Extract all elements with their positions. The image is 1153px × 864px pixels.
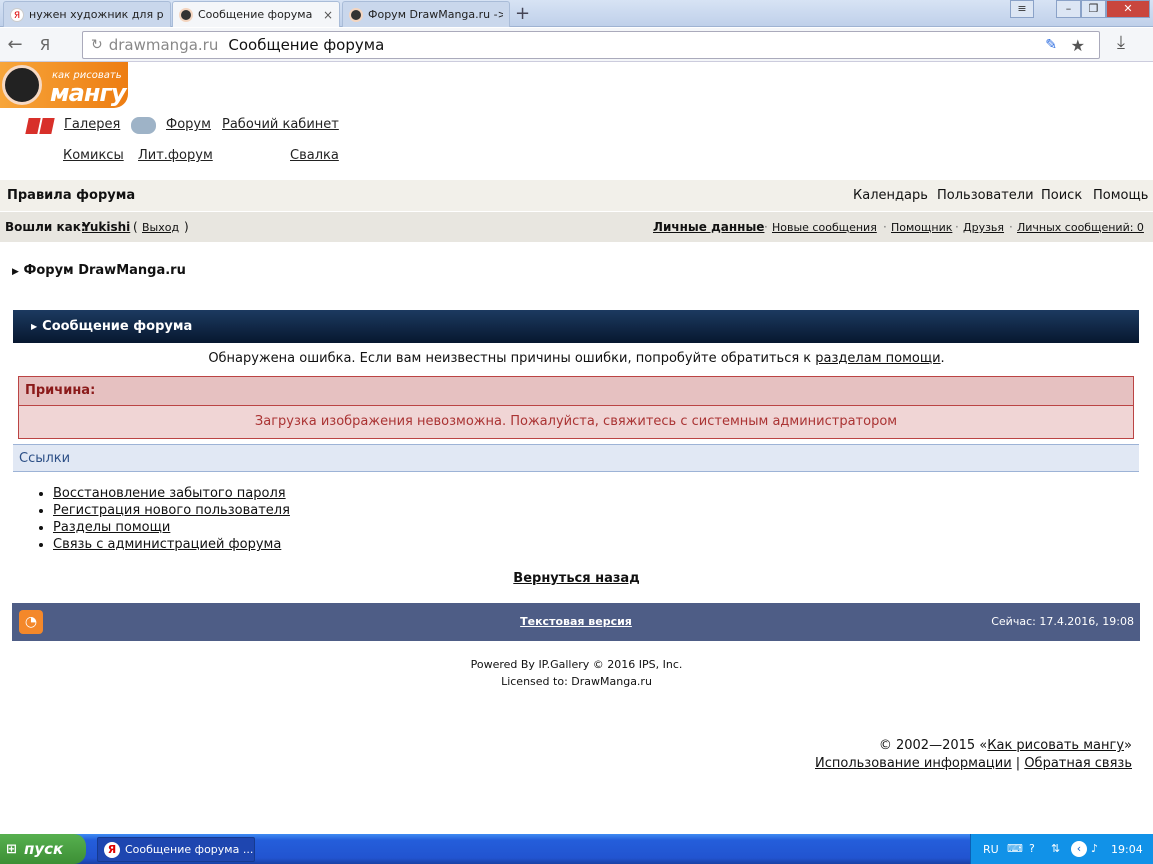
tab-forum[interactable]: Форум DrawManga.ru -> bbox=[342, 1, 510, 27]
back-arrow-icon[interactable]: ← bbox=[0, 34, 30, 55]
list-item: Восстановление забытого пароля bbox=[53, 486, 290, 503]
nav-dump[interactable]: Свалка bbox=[290, 148, 339, 163]
forum-rules-link[interactable]: Правила форума bbox=[7, 188, 135, 203]
list-item: Разделы помощи bbox=[53, 520, 290, 537]
page-title: ▶ Сообщение форума bbox=[13, 310, 1139, 343]
links-list: Восстановление забытого пароля Регистрац… bbox=[35, 486, 290, 554]
nav-forum[interactable]: Форум bbox=[166, 117, 211, 132]
friends-link[interactable]: Друзья bbox=[963, 221, 1004, 234]
feedback-link[interactable]: Обратная связь bbox=[1024, 756, 1132, 771]
register-link[interactable]: Регистрация нового пользователя bbox=[53, 503, 290, 518]
logged-in-label: Вошли как: bbox=[5, 220, 86, 234]
new-tab-button[interactable]: + bbox=[515, 3, 530, 24]
manga-icon bbox=[349, 7, 363, 22]
taskbar-window-button[interactable]: Я Сообщение форума ... bbox=[97, 837, 255, 862]
links-header: Ссылки bbox=[13, 444, 1139, 472]
forum-top-bar: Правила форума Календарь Пользователи По… bbox=[0, 180, 1153, 211]
volume-icon[interactable]: ♪ bbox=[1091, 842, 1098, 855]
error-intro: Обнаружена ошибка. Если вам неизвестны п… bbox=[208, 351, 945, 366]
footer-bar: ◔ Текстовая версия Сейчас: 17.4.2016, 19… bbox=[12, 603, 1140, 641]
address-input[interactable]: ↻ drawmanga.ru Сообщение форума ✎ ★ bbox=[82, 31, 1100, 59]
help-link[interactable]: Помощь bbox=[1093, 188, 1148, 203]
system-tray: RU ⌨ ? ⇅ ‹ ♪ 19:04 bbox=[970, 834, 1153, 864]
manga-icon bbox=[179, 7, 193, 22]
assistant-link[interactable]: Помощник bbox=[891, 221, 952, 234]
minimize-icon[interactable]: – bbox=[1056, 0, 1081, 18]
close-icon[interactable]: × bbox=[317, 8, 333, 22]
nav-gallery[interactable]: Галерея bbox=[64, 117, 120, 132]
powered-by: Powered By IP.Gallery © 2016 IPS, Inc. L… bbox=[470, 658, 683, 688]
triangle-right-icon: ▶ bbox=[12, 267, 19, 277]
help-icon[interactable]: ? bbox=[1029, 842, 1035, 855]
reload-icon[interactable]: ↻ bbox=[91, 37, 103, 53]
help-sections-link[interactable]: разделам помощи bbox=[815, 351, 940, 366]
personal-data-link[interactable]: Личные данные bbox=[653, 220, 764, 234]
nav-comics[interactable]: Комиксы bbox=[63, 148, 124, 163]
gallery-icon bbox=[25, 118, 55, 134]
download-icon[interactable]: ⤓ bbox=[1117, 32, 1125, 53]
reason-message: Загрузка изображения невозможна. Пожалуй… bbox=[254, 414, 898, 429]
yandex-icon: Я bbox=[10, 7, 24, 22]
private-messages-link[interactable]: Личных сообщений: 0 bbox=[1017, 221, 1144, 234]
breadcrumb-forum-link[interactable]: Форум DrawManga.ru bbox=[23, 263, 185, 278]
forum-bubble-icon bbox=[131, 117, 156, 134]
network-icon[interactable]: ⇅ bbox=[1051, 842, 1060, 855]
close-window-icon[interactable]: ✕ bbox=[1106, 0, 1150, 18]
list-item: Связь с администрацией форума bbox=[53, 537, 290, 554]
menu-icon[interactable]: ≡ bbox=[1010, 0, 1034, 18]
go-back-link[interactable]: Вернуться назад bbox=[513, 571, 639, 586]
clock: 19:04 bbox=[1111, 843, 1143, 856]
copyright: © 2002—2015 «Как рисовать мангу» Использ… bbox=[815, 738, 1132, 771]
windows-taskbar: ⊞ пуск Я Сообщение форума ... RU ⌨ ? ⇅ ‹… bbox=[0, 834, 1153, 864]
address-bar-area: ← Я ↻ drawmanga.ru Сообщение форума ✎ ★ … bbox=[0, 28, 1153, 62]
nav-cabinet[interactable]: Рабочий кабинет bbox=[222, 117, 339, 132]
star-icon[interactable]: ★ bbox=[1071, 36, 1085, 55]
error-reason-box: Причина: Загрузка изображения невозможна… bbox=[18, 376, 1134, 439]
info-usage-link[interactable]: Использование информации bbox=[815, 756, 1012, 771]
language-indicator[interactable]: RU bbox=[983, 843, 999, 856]
user-bar: Вошли как: Yukishi ( Выход ) Личные данн… bbox=[0, 212, 1153, 242]
manga-face-icon bbox=[2, 65, 42, 105]
calendar-link[interactable]: Календарь bbox=[853, 188, 928, 203]
yandex-icon: Я bbox=[104, 841, 120, 858]
start-button[interactable]: ⊞ пуск bbox=[0, 834, 86, 864]
brush-icon[interactable]: ✎ bbox=[1045, 37, 1057, 53]
site-home-link[interactable]: Как рисовать мангу bbox=[987, 738, 1124, 753]
tab-search[interactable]: Я нужен художник для р bbox=[3, 1, 171, 27]
browser-tab-bar: Я нужен художник для р Сообщение форума … bbox=[0, 0, 1153, 27]
site-logo[interactable]: как рисовать мангу bbox=[0, 62, 128, 108]
tab-forum-message[interactable]: Сообщение форума × bbox=[172, 1, 340, 27]
current-time: Сейчас: 17.4.2016, 19:08 bbox=[991, 615, 1134, 628]
list-item: Регистрация нового пользователя bbox=[53, 503, 290, 520]
logout-link[interactable]: Выход bbox=[142, 221, 179, 234]
nav-lit-forum[interactable]: Лит.форум bbox=[138, 148, 213, 163]
restore-icon[interactable]: ❐ bbox=[1081, 0, 1106, 18]
breadcrumb: ▶ Форум DrawManga.ru bbox=[12, 263, 186, 278]
keyboard-icon[interactable]: ⌨ bbox=[1007, 842, 1023, 855]
windows-logo-icon: ⊞ bbox=[6, 842, 17, 857]
help-link[interactable]: Разделы помощи bbox=[53, 520, 170, 535]
search-link[interactable]: Поиск bbox=[1041, 188, 1082, 203]
triangle-right-icon: ▶ bbox=[31, 322, 38, 331]
contact-admin-link[interactable]: Связь с администрацией форума bbox=[53, 537, 281, 552]
username-link[interactable]: Yukishi bbox=[82, 220, 130, 234]
new-posts-link[interactable]: Новые сообщения bbox=[772, 221, 877, 234]
yandex-icon[interactable]: Я bbox=[30, 36, 60, 54]
text-version-link[interactable]: Текстовая версия bbox=[12, 615, 1140, 628]
chevron-left-icon[interactable]: ‹ bbox=[1071, 841, 1087, 857]
recover-password-link[interactable]: Восстановление забытого пароля bbox=[53, 486, 286, 501]
users-link[interactable]: Пользователи bbox=[937, 188, 1034, 203]
reason-label: Причина: bbox=[19, 377, 1133, 406]
